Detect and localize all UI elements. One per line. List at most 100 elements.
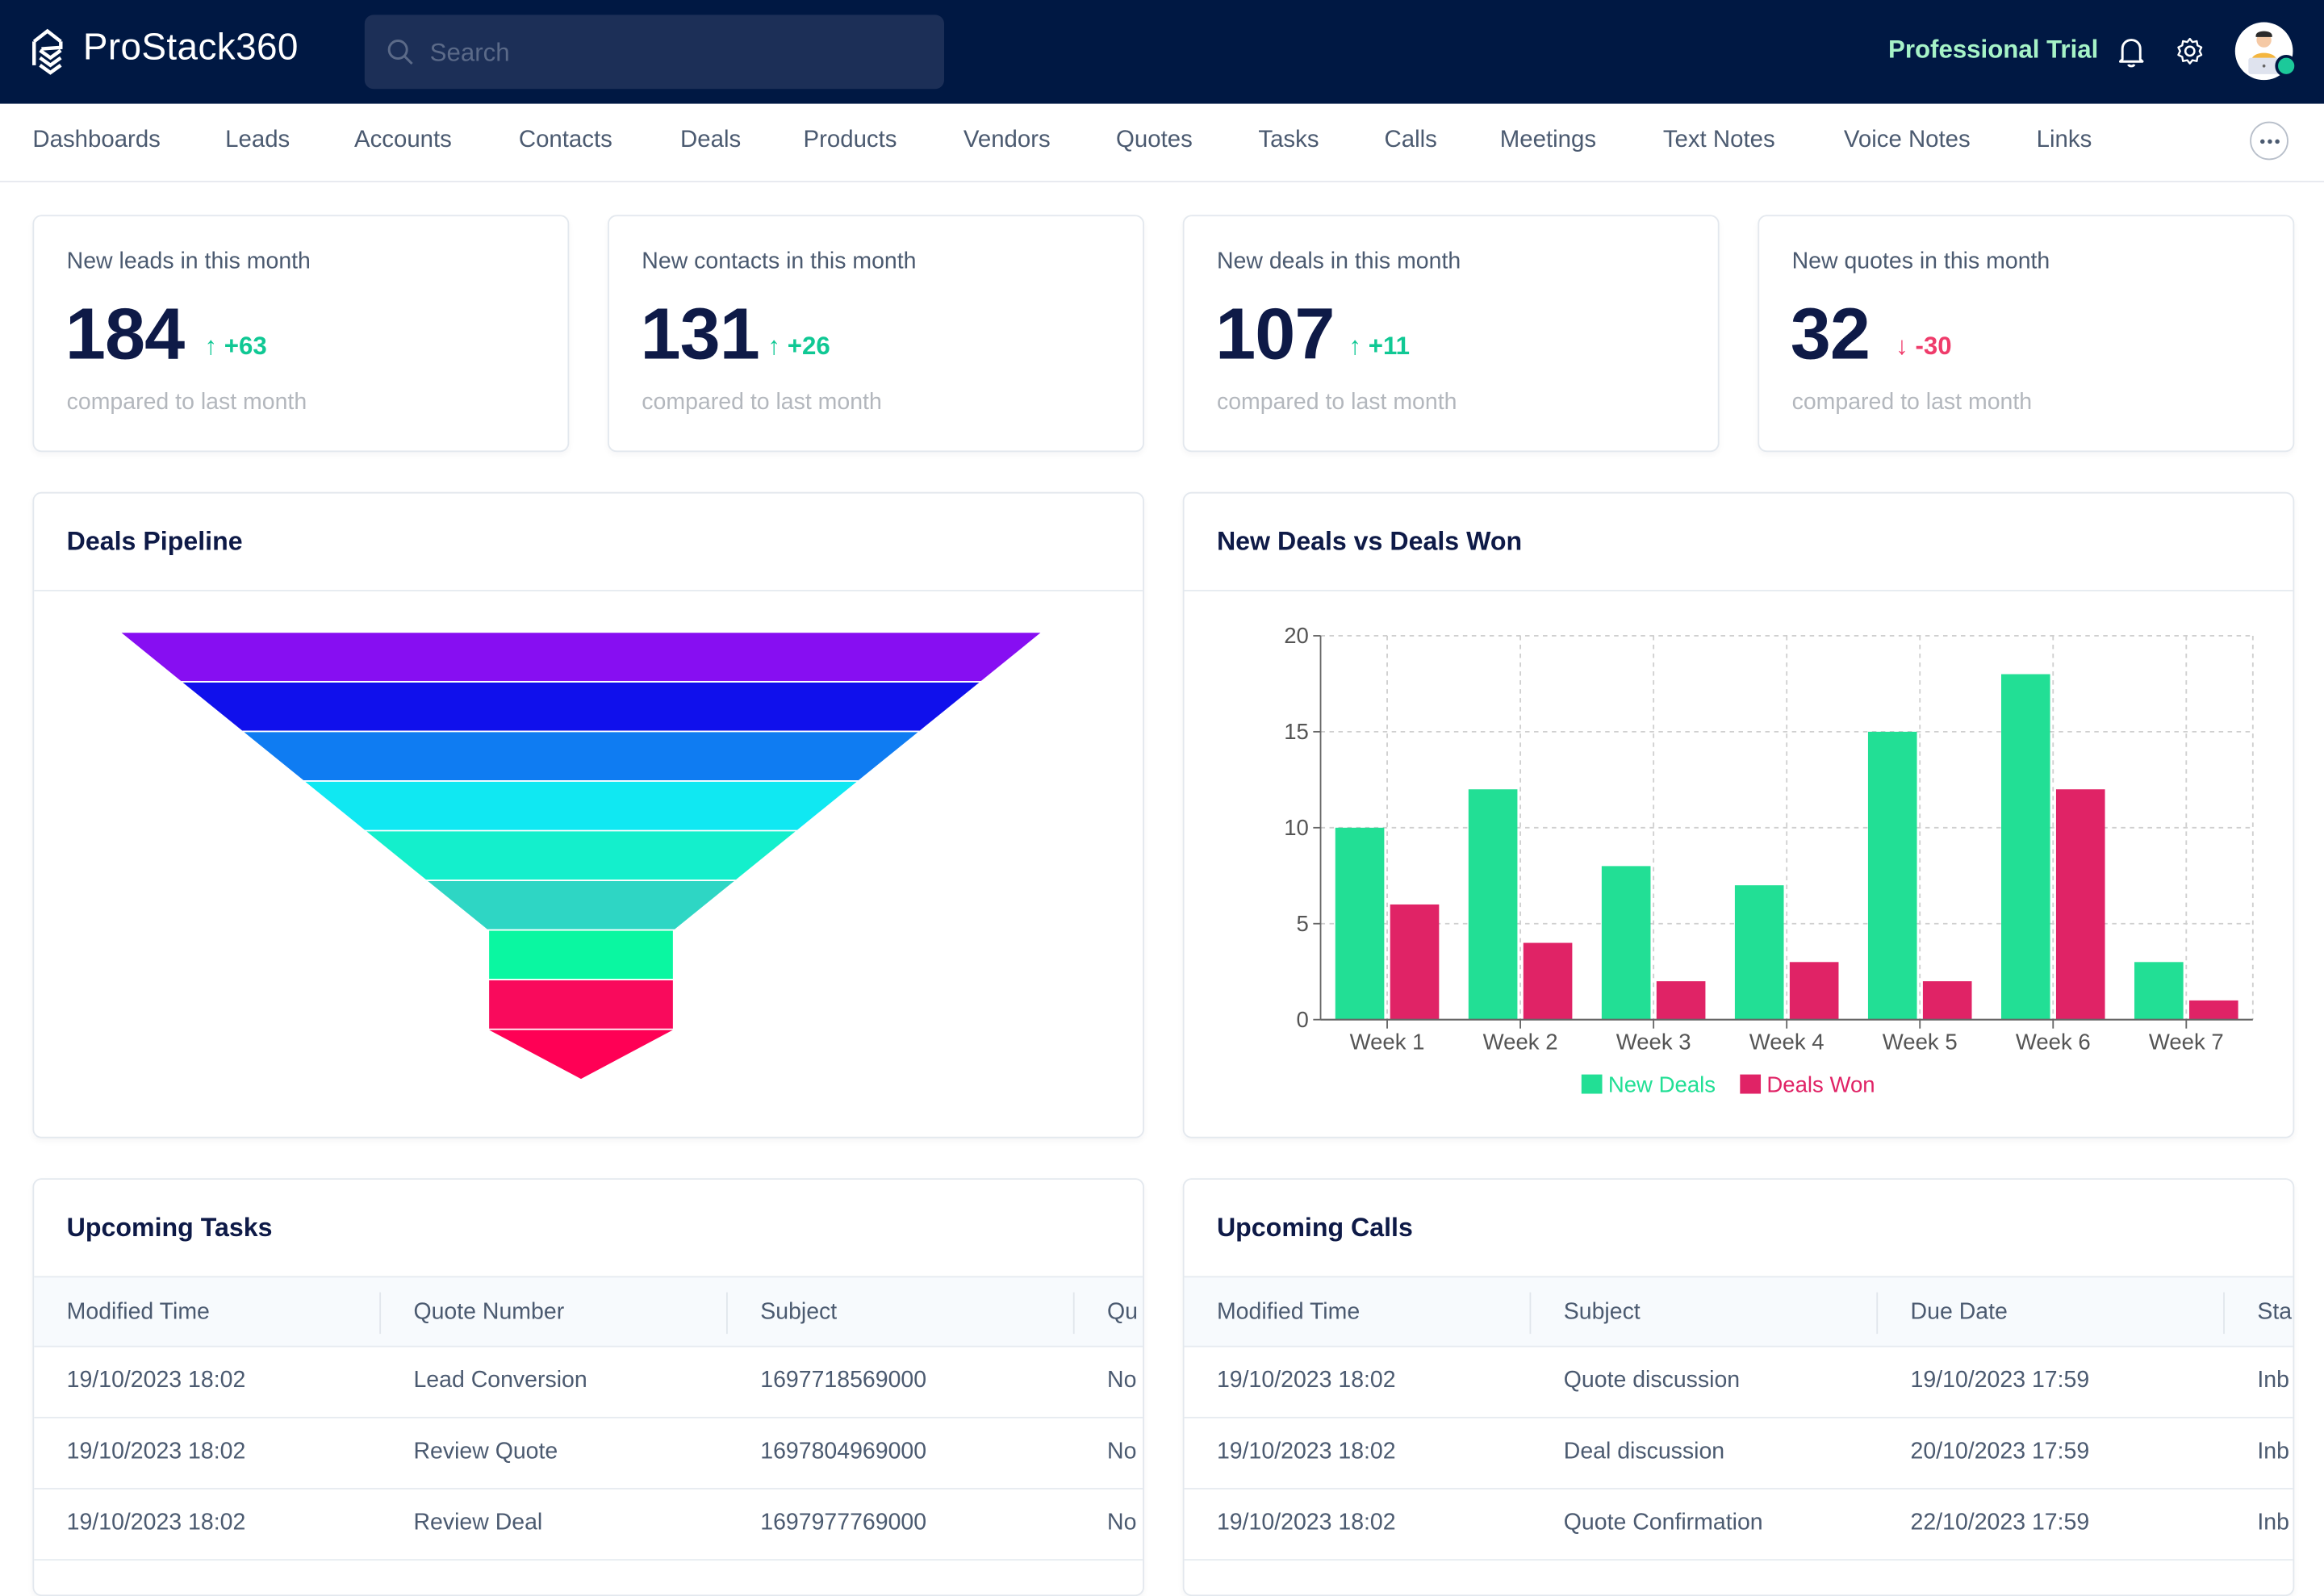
y-tick-label: 0 [1297,1007,1309,1032]
gear-icon[interactable] [2174,36,2205,67]
nav-item-accounts[interactable]: Accounts [354,127,452,154]
kpi-delta: ↑ +63 [204,332,266,361]
bell-icon[interactable] [2117,36,2146,68]
cell-truncated: No [1107,1510,1137,1535]
search-box[interactable] [364,15,945,90]
deals-pipeline-panel: Deals Pipeline [32,491,1144,1139]
cell-truncated: No [1107,1368,1137,1393]
column-resize-handle[interactable] [1529,1292,1532,1335]
kpi-label: New leads in this month [66,249,311,274]
column-header[interactable]: Qu [1107,1300,1138,1327]
bar-new-deals-1[interactable] [1335,827,1385,1020]
nav-item-meetings[interactable]: Meetings [1500,127,1596,154]
table-row[interactable]: 19/10/2023 18:02 Quote Confirmation 22/1… [1184,1488,2293,1561]
kpi-label: New contacts in this month [642,249,917,274]
cell-truncated: Inb [2257,1439,2289,1464]
funnel-stage-3[interactable] [244,732,918,781]
more-horizontal-icon[interactable] [2250,121,2288,161]
nav-item-quotes[interactable]: Quotes [1116,127,1193,154]
column-resize-handle[interactable] [1876,1292,1879,1335]
new-deals-vs-won-panel: New Deals vs Deals Won 0 5 10 15 20 Week 1 Wee… [1182,491,2295,1139]
kpi-delta-value: +26 [787,332,830,361]
kpi-card-contacts[interactable]: New contacts in this month 131 ↑ +26 com… [608,215,1144,453]
bar-new-deals-2[interactable] [1468,789,1518,1020]
bar-new-deals-3[interactable] [1601,866,1651,1020]
kpi-value: 184 [65,295,185,375]
cell-subject: 1697718569000 [760,1368,927,1393]
funnel-stage-5[interactable] [366,831,796,880]
table-row[interactable]: 19/10/2023 18:02 Quote discussion 19/10/… [1184,1346,2293,1418]
column-header[interactable]: Quote Number [413,1300,564,1327]
nav-item-links[interactable]: Links [2037,127,2092,154]
column-resize-handle[interactable] [2223,1292,2225,1335]
table-row[interactable]: 19/10/2023 18:02 Review Deal 16979777690… [34,1488,1143,1561]
funnel-stage-6[interactable] [428,880,734,930]
table-row[interactable]: 19/10/2023 18:02 Lead Conversion 1697718… [34,1346,1143,1418]
column-resize-handle[interactable] [726,1292,728,1335]
y-tick-label: 20 [1284,623,1309,648]
nav-item-leads[interactable]: Leads [225,127,290,154]
column-header[interactable]: Modified Time [1217,1300,1360,1327]
column-header[interactable]: Sta [2257,1300,2292,1327]
nav-item-products[interactable]: Products [804,127,897,154]
arrow-down-icon: ↓ [1896,332,1908,361]
x-tick-label: Week 4 [1749,1029,1825,1054]
funnel-stage-2[interactable] [182,682,980,731]
bar-new-deals-4[interactable] [1734,885,1784,1020]
column-resize-handle[interactable] [1072,1292,1075,1335]
panel-title: Upcoming Calls [1216,1212,1413,1243]
funnel-stage-1[interactable] [121,633,1041,681]
stacked-chevrons-logo-icon[interactable] [30,25,65,78]
kpi-card-leads[interactable]: New leads in this month 184 ↑ +63 compar… [32,215,570,453]
bar-deals-won-1[interactable] [1390,904,1440,1020]
bar-deals-won-3[interactable] [1656,981,1706,1020]
bar-deals-won-4[interactable] [1789,962,1839,1020]
kpi-delta-value: -30 [1915,332,1952,361]
nav-item-dashboards[interactable]: Dashboards [32,127,160,154]
column-header[interactable]: Modified Time [67,1300,210,1327]
column-resize-handle[interactable] [379,1292,382,1335]
cell-modified-time: 19/10/2023 18:02 [1216,1368,1396,1393]
kpi-compare-text: compared to last month [66,390,307,416]
nav-item-contacts[interactable]: Contacts [519,127,612,154]
nav-item-tasks[interactable]: Tasks [1258,127,1319,154]
legend-swatch[interactable] [1740,1074,1762,1094]
kpi-card-quotes[interactable]: New quotes in this month 32 ↓ -30 compar… [1758,215,2295,453]
nav-item-calls[interactable]: Calls [1385,127,1437,154]
x-tick-label: Week 1 [1350,1029,1425,1054]
column-header[interactable]: Subject [760,1300,837,1327]
legend-swatch[interactable] [1581,1074,1603,1094]
bar-deals-won-5[interactable] [1922,981,1972,1020]
table-row[interactable]: 19/10/2023 18:02 Review Quote 1697804969… [34,1417,1143,1489]
funnel-stage-9[interactable] [489,1030,673,1080]
funnel-stage-4[interactable] [305,781,857,830]
bar-new-deals-6[interactable] [2000,674,2050,1020]
upcoming-calls-panel: Upcoming Calls Modified Time Subject Due… [1182,1178,2295,1596]
bar-deals-won-7[interactable] [2188,1000,2238,1020]
funnel-stage-8[interactable] [489,980,673,1029]
bar-deals-won-6[interactable] [2055,789,2105,1020]
legend-label[interactable]: Deals Won [1766,1072,1875,1097]
arrow-up-icon: ↑ [204,332,218,361]
nav-item-deals[interactable]: Deals [680,127,741,154]
x-tick-label: Week 2 [1483,1029,1558,1054]
bar-deals-won-2[interactable] [1523,942,1573,1020]
module-nav: Dashboards Leads Accounts Contacts Deals… [0,104,2324,182]
search-input[interactable] [426,32,922,74]
kpi-delta: ↓ -30 [1896,332,1951,361]
column-header[interactable]: Due Date [1911,1300,2008,1327]
nav-item-text-notes[interactable]: Text Notes [1663,127,1775,154]
dashboard-page: ProStack360 Professional Trial [0,0,2324,1596]
kpi-card-deals[interactable]: New deals in this month 107 ↑ +11 compar… [1182,215,1720,453]
bar-new-deals-5[interactable] [1867,731,1917,1020]
nav-item-vendors[interactable]: Vendors [963,127,1051,154]
cell-quote-number: Lead Conversion [413,1368,587,1393]
legend-label[interactable]: New Deals [1608,1072,1716,1097]
funnel-stage-7[interactable] [489,930,673,980]
bar-new-deals-7[interactable] [2134,962,2184,1020]
nav-item-voice-notes[interactable]: Voice Notes [1844,127,1971,154]
column-header[interactable]: Subject [1564,1300,1641,1327]
table-header: Modified Time Quote Number Subject Qu [34,1276,1143,1347]
table-row[interactable]: 19/10/2023 18:02 Deal discussion 20/10/2… [1184,1417,2293,1489]
plan-badge[interactable]: Professional Trial [1888,36,2098,65]
